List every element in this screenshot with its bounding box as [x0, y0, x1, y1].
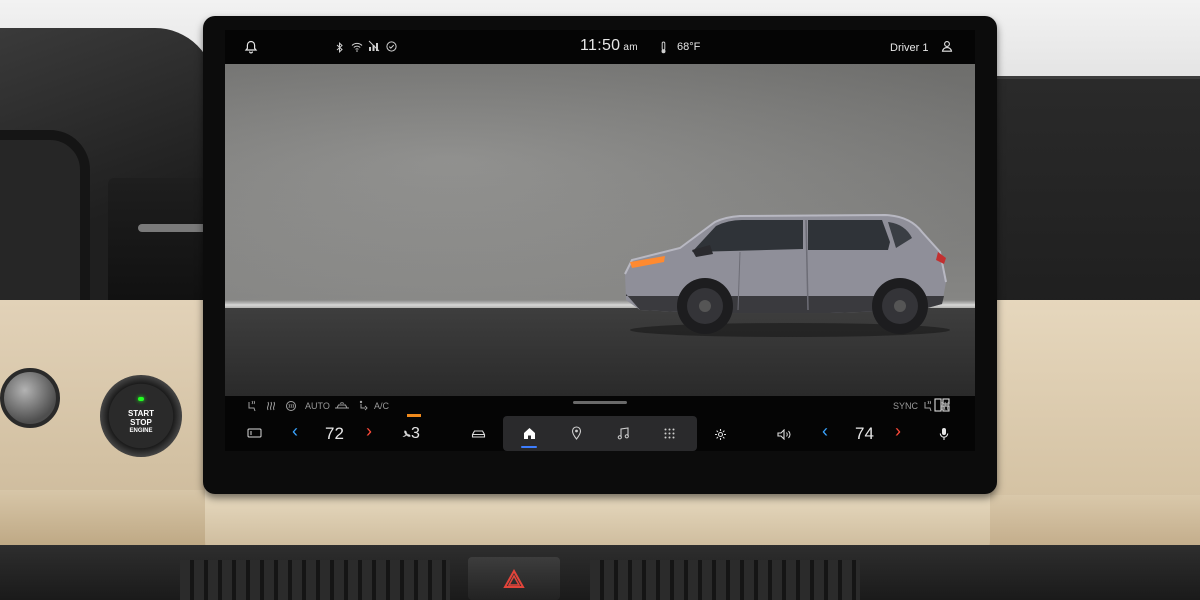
hazard-button[interactable] [468, 557, 560, 600]
check-circle-icon [385, 40, 397, 52]
car-settings-icon[interactable] [470, 427, 486, 441]
music-icon[interactable] [615, 425, 631, 441]
location-pin-icon[interactable] [568, 425, 584, 441]
passenger-temp-down-button[interactable]: ‹ [822, 421, 828, 442]
engine-label: ENGINE [129, 427, 153, 434]
passenger-seat-heat-icon[interactable] [921, 399, 935, 413]
apps-grid-icon[interactable] [662, 426, 676, 440]
passenger-temperature: 74 [855, 424, 874, 443]
volume-icon[interactable] [776, 427, 792, 441]
microphone-icon[interactable] [937, 426, 951, 442]
user-icon[interactable] [940, 39, 954, 53]
settings-gear-icon[interactable] [713, 427, 727, 441]
vent-slat [138, 224, 210, 232]
driver-temp-down-button[interactable]: ‹ [292, 421, 298, 442]
front-defrost-icon[interactable] [247, 426, 263, 440]
dashboard-trim-right [990, 300, 1200, 500]
active-tab-indicator [521, 446, 537, 448]
passenger-seat-vent-icon[interactable] [939, 399, 953, 413]
passenger-temp-up-button[interactable]: › [895, 421, 901, 442]
fan-direction-icon[interactable] [355, 399, 369, 413]
outside-temperature: 68°F [677, 41, 701, 53]
driver-temp-up-button[interactable]: › [366, 421, 372, 442]
driver-profile-name[interactable]: Driver 1 [890, 42, 929, 54]
clock: 11:50 am [580, 37, 638, 55]
auto-button[interactable]: AUTO [305, 401, 330, 411]
bluetooth-icon [335, 41, 345, 53]
climate-options-row: AUTO A/C SYNC [225, 396, 975, 416]
clock-time: 11:50 [580, 37, 621, 54]
display-shelf [205, 488, 990, 550]
fan-level: 3 [411, 425, 420, 442]
thermometer-icon [658, 40, 668, 54]
trim-band-left [0, 490, 205, 545]
status-bar: 11:50 am 68°F Driver 1 [225, 30, 975, 64]
dashboard-right-panel [990, 76, 1200, 309]
recirculation-icon[interactable] [334, 399, 350, 413]
center-vent-right [590, 560, 860, 600]
home-icon[interactable] [521, 425, 537, 441]
bell-icon[interactable] [243, 39, 259, 55]
trim-band-right [990, 495, 1200, 545]
ac-button[interactable]: A/C [374, 401, 389, 411]
left-air-vent [108, 178, 210, 308]
driver-temperature: 72 [325, 424, 344, 443]
start-stop-button[interactable]: START STOP ENGINE [100, 375, 182, 457]
infotainment-screen: 11:50 am 68°F Driver 1 AUTO A/C SYNC ‹ 7… [225, 30, 975, 451]
vehicle-image [624, 213, 950, 337]
sync-button[interactable]: SYNC [893, 401, 918, 411]
start-led [138, 396, 144, 401]
drawer-handle[interactable] [573, 401, 627, 404]
center-vent-left [180, 560, 450, 600]
seat-heat-icon[interactable] [245, 399, 259, 413]
hazard-icon [503, 568, 525, 588]
bottom-control-bar: ‹ 72 › 3 ‹ 74 › [225, 414, 975, 451]
rear-defrost-icon[interactable] [284, 399, 298, 413]
stop-label: STOP [130, 417, 152, 427]
main-navigation [503, 416, 697, 451]
no-signal-icon [368, 40, 380, 52]
steering-heat-icon[interactable] [265, 399, 279, 413]
fan-level-indicator [407, 414, 421, 417]
vehicle-view [225, 64, 975, 412]
clock-ampm: am [623, 42, 638, 53]
wifi-icon [351, 41, 363, 53]
start-label: START [127, 408, 155, 418]
volume-knob[interactable] [0, 368, 60, 428]
